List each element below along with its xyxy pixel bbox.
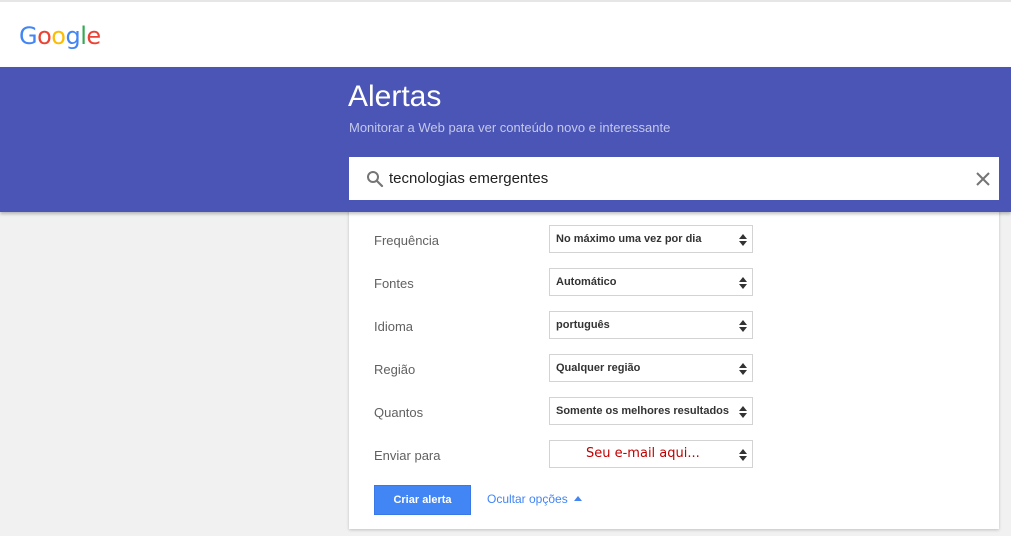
page-subtitle: Monitorar a Web para ver conteúdo novo e…	[349, 120, 671, 135]
language-select[interactable]: português	[549, 311, 753, 339]
logo-letter: o	[51, 22, 66, 50]
select-value: português	[556, 319, 610, 331]
logo-letter: G	[19, 22, 38, 50]
select-value: Qualquer região	[556, 362, 641, 374]
select-arrows-icon	[739, 234, 747, 246]
create-alert-button[interactable]: Criar alerta	[374, 485, 471, 515]
select-arrows-icon	[739, 320, 747, 332]
select-value: Somente os melhores resultados	[556, 405, 729, 417]
top-bar: Google	[0, 0, 1011, 67]
logo-letter: o	[37, 22, 52, 50]
alert-options-panel: Frequência No máximo uma vez por dia Fon…	[349, 205, 999, 529]
select-arrows-icon	[739, 449, 747, 461]
deliver-to-select[interactable]: Seu e-mail aqui...	[549, 440, 753, 468]
quantity-select[interactable]: Somente os melhores resultados	[549, 397, 753, 425]
quantity-label: Quantos	[374, 405, 424, 420]
hide-options-link[interactable]: Ocultar opções	[487, 492, 582, 506]
google-logo[interactable]: Google	[19, 22, 101, 50]
region-select[interactable]: Qualquer região	[549, 354, 753, 382]
hide-options-label: Ocultar opções	[487, 492, 568, 506]
page-title: Alertas	[348, 80, 442, 113]
alerts-header: Alertas Monitorar a Web para ver conteúd…	[0, 67, 1011, 212]
select-arrows-icon	[739, 277, 747, 289]
language-label: Idioma	[374, 319, 414, 334]
sources-select[interactable]: Automático	[549, 268, 753, 296]
caret-up-icon	[573, 496, 582, 501]
select-arrows-icon	[739, 363, 747, 375]
logo-letter: g	[65, 22, 81, 50]
search-query-text[interactable]: tecnologias emergentes	[389, 170, 548, 187]
frequency-select[interactable]: No máximo uma vez por dia	[549, 225, 753, 253]
select-value: Automático	[556, 276, 617, 288]
select-value: No máximo uma vez por dia	[556, 233, 702, 245]
close-icon[interactable]	[975, 171, 991, 187]
select-arrows-icon	[739, 406, 747, 418]
region-label: Região	[374, 362, 416, 377]
frequency-label: Frequência	[374, 233, 440, 248]
select-value: Seu e-mail aqui...	[586, 446, 700, 461]
sources-label: Fontes	[374, 276, 414, 291]
deliver-to-label: Enviar para	[374, 448, 441, 463]
search-icon	[367, 171, 384, 188]
logo-letter: e	[86, 22, 101, 50]
alert-query-input[interactable]: tecnologias emergentes	[349, 157, 999, 200]
